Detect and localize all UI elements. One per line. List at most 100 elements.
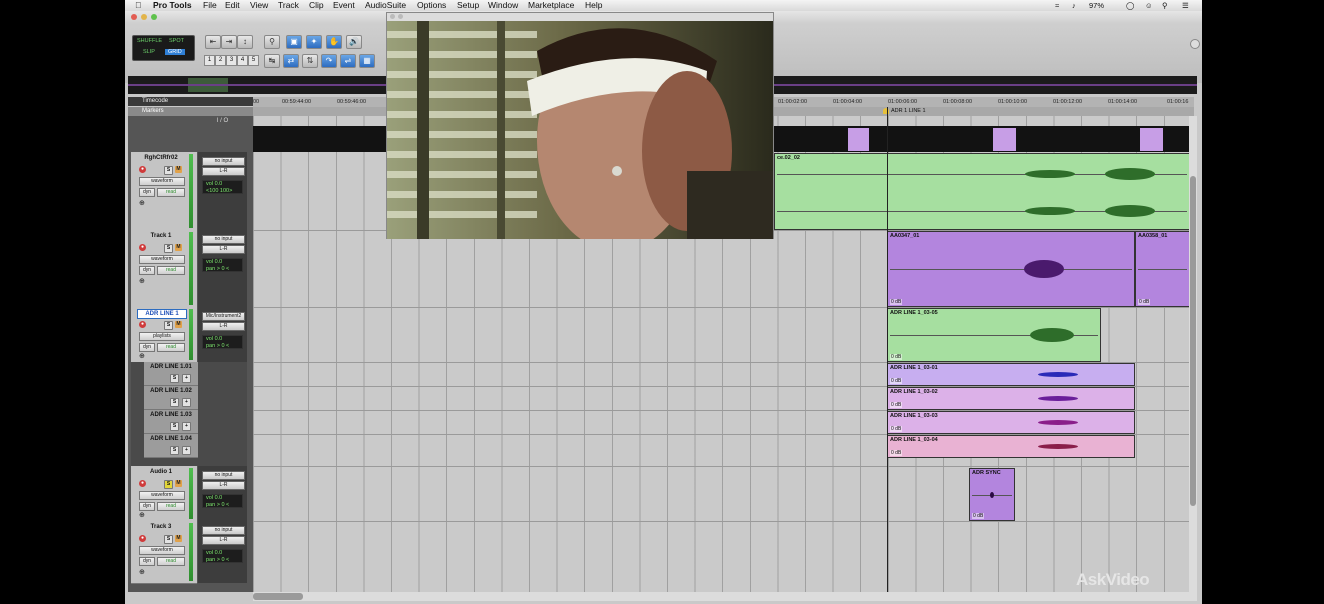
clock-icon[interactable]: ◯ — [1126, 0, 1134, 11]
audio-clip[interactable]: ADR LINE 1_03-01 0 dB — [887, 363, 1135, 386]
clip-gain[interactable]: 0 dB — [972, 513, 985, 519]
input-selector[interactable]: no input — [202, 235, 245, 244]
audio-clip[interactable]: ce.02_02 — [774, 153, 1190, 230]
solo-button[interactable]: S — [170, 422, 179, 431]
dyn-button[interactable]: dyn — [139, 557, 155, 566]
output-selector[interactable]: L-R — [202, 536, 245, 545]
playhead[interactable] — [887, 107, 888, 592]
track-name[interactable]: Track 1 — [137, 232, 185, 240]
solo-button[interactable]: S — [164, 535, 173, 544]
mode-grid[interactable]: GRID — [165, 49, 185, 55]
solo-button[interactable]: S — [164, 480, 173, 489]
clip-gain[interactable]: 0 dB — [890, 299, 903, 305]
menu-marketplace[interactable]: Marketplace — [528, 0, 574, 11]
wifi-icon[interactable]: ≈ — [1055, 0, 1059, 11]
menu-event[interactable]: Event — [333, 0, 355, 11]
add-lane-icon[interactable]: ⊕ — [139, 277, 145, 285]
video-marker-block[interactable] — [1140, 128, 1163, 151]
horizontal-scrollbar[interactable] — [253, 592, 1197, 601]
scroll-thumb[interactable] — [1190, 176, 1196, 506]
mode-spot[interactable]: SPOT — [169, 38, 184, 44]
automation-mode-selector[interactable]: read — [157, 266, 185, 275]
menu-edit[interactable]: Edit — [225, 0, 240, 11]
video-marker-block[interactable] — [848, 128, 869, 151]
trim-tool-icon[interactable]: ▣ — [286, 35, 302, 49]
pan-value[interactable]: > 0 < — [217, 266, 230, 272]
clip-gain[interactable]: 0 dB — [890, 354, 903, 360]
track-name[interactable]: RghCtRfr02 — [137, 154, 185, 162]
clip-gain[interactable]: 0 dB — [890, 378, 903, 384]
add-lane-icon[interactable]: ⊕ — [139, 199, 145, 207]
audio-clip[interactable]: ADR LINE 1_03-04 0 dB — [887, 435, 1135, 458]
audio-clip[interactable]: ADR LINE 1_03-02 0 dB — [887, 387, 1135, 410]
zoom-preset-2[interactable]: 2 — [215, 55, 226, 66]
dyn-button[interactable]: dyn — [139, 502, 155, 511]
apple-icon[interactable]:  — [135, 0, 141, 11]
copy-to-main-button[interactable]: + — [182, 398, 191, 407]
selector-tool-icon[interactable]: ✦ — [306, 35, 322, 49]
dyn-button[interactable]: dyn — [139, 266, 155, 275]
automation-mode-selector[interactable]: read — [157, 557, 185, 566]
menu-setup[interactable]: Setup — [457, 0, 479, 11]
vol-value[interactable]: 0.0 — [215, 336, 223, 342]
automation-mode-selector[interactable]: read — [157, 502, 185, 511]
video-window[interactable] — [386, 12, 774, 239]
dyn-button[interactable]: dyn — [139, 343, 155, 352]
track-view-selector[interactable]: waveform — [139, 255, 185, 264]
menu-window[interactable]: Window — [488, 0, 518, 11]
clip-gain[interactable]: 0 dB — [890, 450, 903, 456]
vol-value[interactable]: 0.0 — [215, 181, 223, 187]
tab-to-transient-icon[interactable]: ↹ — [264, 54, 280, 68]
zoomer-tool-icon[interactable]: ⚲ — [264, 35, 280, 49]
copy-to-main-button[interactable]: + — [182, 446, 191, 455]
minimize-button[interactable] — [141, 14, 147, 20]
record-enable-button[interactable]: ● — [139, 166, 146, 173]
zoom-preset-5[interactable]: 5 — [248, 55, 259, 66]
zoom-vertical-icon[interactable]: ↕ — [237, 35, 253, 49]
vol-value[interactable]: 0.0 — [215, 495, 223, 501]
clip-gain[interactable]: 0 dB — [890, 426, 903, 432]
mirror-midi-icon[interactable]: ⇌ — [340, 54, 356, 68]
clip-gain[interactable]: 0 dB — [890, 402, 903, 408]
close-button[interactable] — [131, 14, 137, 20]
audio-clip[interactable]: AA0358_01 0 dB — [1135, 231, 1190, 307]
solo-button[interactable]: S — [164, 244, 173, 253]
mute-button[interactable]: M — [175, 480, 182, 487]
marker-icon[interactable] — [883, 108, 889, 114]
insertion-follows-icon[interactable]: ↷ — [321, 54, 337, 68]
menu-help[interactable]: Help — [585, 0, 602, 11]
audio-clip[interactable]: ADR LINE 1_03-05 0 dB — [887, 308, 1101, 362]
zoom-preset-3[interactable]: 3 — [226, 55, 237, 66]
solo-button[interactable]: S — [170, 398, 179, 407]
video-marker-block[interactable] — [993, 128, 1016, 151]
menu-options[interactable]: Options — [417, 0, 446, 11]
marker-label[interactable]: ADR 1 LINE 1 — [891, 108, 926, 114]
zoom-preset-4[interactable]: 4 — [237, 55, 248, 66]
spotlight-search-icon[interactable]: ⚲ — [1162, 0, 1168, 11]
grid-snap-icon[interactable]: ▦ — [359, 54, 375, 68]
track-view-selector[interactable]: playlists — [139, 332, 185, 341]
track-name[interactable]: Track 3 — [137, 523, 185, 531]
zoom-button[interactable] — [151, 14, 157, 20]
playlist-name[interactable]: ADR LINE 1.03 — [146, 412, 196, 418]
vertical-scrollbar[interactable] — [1189, 116, 1197, 592]
close-button[interactable] — [390, 14, 395, 19]
menu-view[interactable]: View — [250, 0, 268, 11]
notifications-icon[interactable]: ☰ — [1182, 0, 1189, 11]
mode-shuffle[interactable]: SHUFFLE — [137, 38, 162, 44]
mute-button[interactable]: M — [175, 166, 182, 173]
mute-button[interactable]: M — [175, 535, 182, 542]
record-enable-button[interactable]: ● — [139, 244, 146, 251]
zoom-out-icon[interactable]: ⇤ — [205, 35, 221, 49]
pan-value[interactable]: > 0 < — [217, 343, 230, 349]
track-view-selector[interactable]: waveform — [139, 177, 185, 186]
output-selector[interactable]: L-R — [202, 167, 245, 176]
record-enable-button[interactable]: ● — [139, 321, 146, 328]
app-menu[interactable]: Pro Tools — [153, 0, 192, 11]
vol-value[interactable]: 0.0 — [215, 550, 223, 556]
video-titlebar[interactable] — [387, 13, 773, 21]
scrubber-tool-icon[interactable]: 🔊 — [346, 35, 362, 49]
playlist-name[interactable]: ADR LINE 1.04 — [146, 436, 196, 442]
vol-value[interactable]: 0.0 — [215, 259, 223, 265]
solo-button[interactable]: S — [170, 374, 179, 383]
